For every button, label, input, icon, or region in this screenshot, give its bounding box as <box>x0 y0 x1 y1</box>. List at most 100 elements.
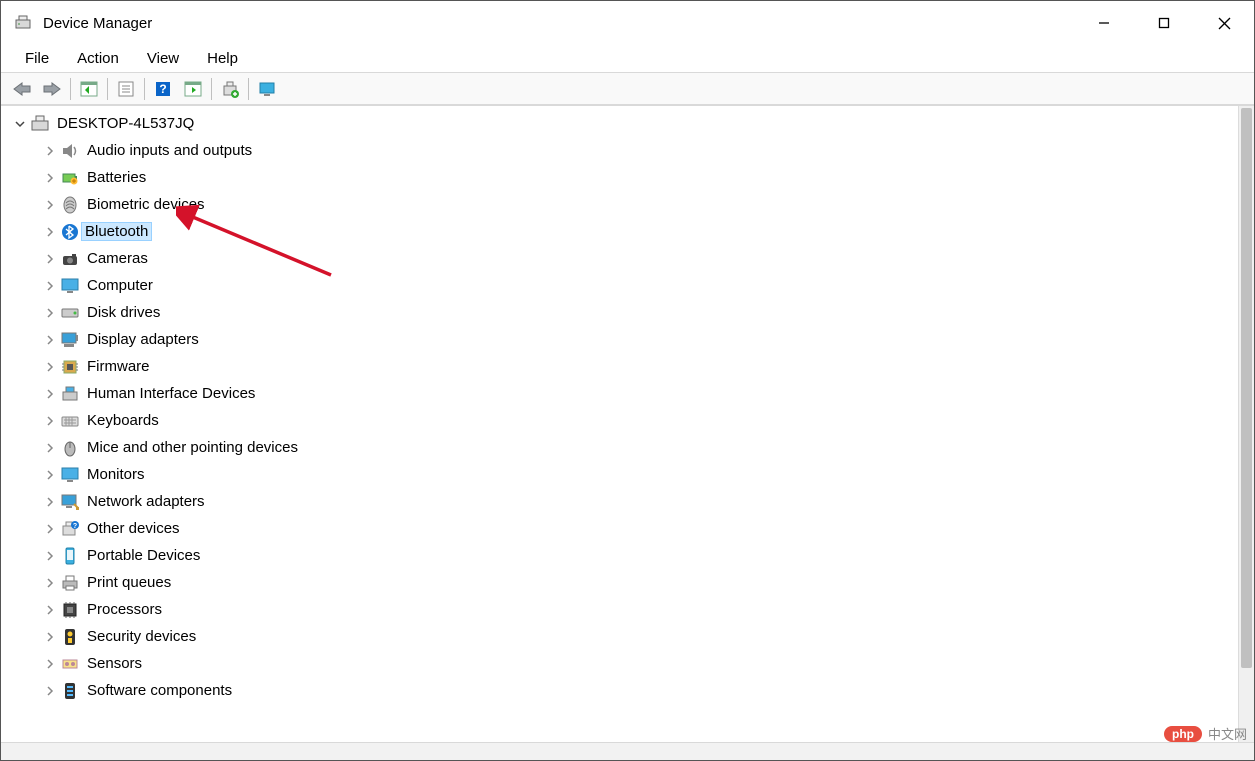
tree-item-label: Portable Devices <box>85 546 202 565</box>
toolbar-forward-button[interactable] <box>37 76 67 102</box>
sensor-icon <box>59 653 81 675</box>
chevron-right-icon[interactable] <box>41 415 59 427</box>
tree-item-label: Bluetooth <box>81 222 152 241</box>
tree-item-portable-devices[interactable]: Portable Devices <box>3 542 1236 569</box>
other-device-icon: ? <box>59 518 81 540</box>
tree-item-audio-inputs-and-outputs[interactable]: Audio inputs and outputs <box>3 137 1236 164</box>
statusbar <box>1 742 1254 760</box>
chevron-right-icon[interactable] <box>41 226 59 238</box>
menu-action[interactable]: Action <box>65 48 131 69</box>
chevron-right-icon[interactable] <box>41 280 59 292</box>
chevron-right-icon[interactable] <box>41 685 59 697</box>
chevron-right-icon[interactable] <box>41 658 59 670</box>
chevron-right-icon[interactable] <box>41 496 59 508</box>
chevron-right-icon[interactable] <box>41 604 59 616</box>
tree-item-label: Keyboards <box>85 411 161 430</box>
toolbar-separator <box>248 78 249 100</box>
security-icon <box>59 626 81 648</box>
toolbar-properties-button[interactable] <box>111 76 141 102</box>
close-button[interactable] <box>1194 1 1254 45</box>
tree-item-bluetooth[interactable]: Bluetooth <box>3 218 1236 245</box>
chevron-right-icon[interactable] <box>41 172 59 184</box>
chevron-right-icon[interactable] <box>41 388 59 400</box>
tree-item-label: Human Interface Devices <box>85 384 257 403</box>
tree-item-monitors[interactable]: Monitors <box>3 461 1236 488</box>
audio-icon <box>59 140 81 162</box>
toolbar-remote-button[interactable] <box>252 76 282 102</box>
chevron-right-icon[interactable] <box>41 469 59 481</box>
chevron-right-icon[interactable] <box>41 550 59 562</box>
toolbar-separator <box>70 78 71 100</box>
menu-file[interactable]: File <box>13 48 61 69</box>
svg-text:?: ? <box>73 523 77 530</box>
tree-item-label: Batteries <box>85 168 148 187</box>
tree-item-label: Software components <box>85 681 234 700</box>
toolbar-add-hardware-button[interactable] <box>215 76 245 102</box>
chevron-right-icon[interactable] <box>41 199 59 211</box>
toolbar-help-button[interactable]: ? <box>148 76 178 102</box>
minimize-button[interactable] <box>1074 1 1134 45</box>
menubar: File Action View Help <box>1 45 1254 73</box>
chevron-right-icon[interactable] <box>41 631 59 643</box>
tree-item-mice-and-other-pointing-devices[interactable]: Mice and other pointing devices <box>3 434 1236 461</box>
titlebar: Device Manager <box>1 1 1254 45</box>
tree-item-processors[interactable]: Processors <box>3 596 1236 623</box>
monitor-icon <box>59 464 81 486</box>
tree-root-label: DESKTOP-4L537JQ <box>55 114 196 133</box>
chevron-down-icon[interactable] <box>11 118 29 130</box>
tree-item-security-devices[interactable]: Security devices <box>3 623 1236 650</box>
chevron-right-icon[interactable] <box>41 307 59 319</box>
chevron-right-icon[interactable] <box>41 145 59 157</box>
window-controls <box>1074 1 1254 45</box>
tree-item-label: Cameras <box>85 249 150 268</box>
chevron-right-icon[interactable] <box>41 523 59 535</box>
bluetooth-icon <box>59 221 81 243</box>
chevron-right-icon[interactable] <box>41 361 59 373</box>
device-manager-window: Device Manager File Action View Help ? D… <box>0 0 1255 761</box>
watermark-text: 中文网 <box>1208 724 1247 743</box>
tree-item-sensors[interactable]: Sensors <box>3 650 1236 677</box>
disk-icon <box>59 302 81 324</box>
tree-item-firmware[interactable]: Firmware <box>3 353 1236 380</box>
app-icon <box>13 13 33 33</box>
menu-help[interactable]: Help <box>195 48 250 69</box>
monitor-icon <box>59 275 81 297</box>
svg-text:?: ? <box>159 82 166 96</box>
tree-item-human-interface-devices[interactable]: Human Interface Devices <box>3 380 1236 407</box>
chevron-right-icon[interactable] <box>41 334 59 346</box>
chevron-right-icon[interactable] <box>41 442 59 454</box>
vertical-scrollbar[interactable] <box>1238 106 1254 742</box>
tree-item-cameras[interactable]: Cameras <box>3 245 1236 272</box>
content-area: DESKTOP-4L537JQ Audio inputs and outputs… <box>1 105 1254 742</box>
maximize-button[interactable] <box>1134 1 1194 45</box>
tree-item-network-adapters[interactable]: Network adapters <box>3 488 1236 515</box>
tree-item-computer[interactable]: Computer <box>3 272 1236 299</box>
tree-item-keyboards[interactable]: Keyboards <box>3 407 1236 434</box>
device-tree[interactable]: DESKTOP-4L537JQ Audio inputs and outputs… <box>1 106 1238 742</box>
toolbar-show-pane-button[interactable] <box>74 76 104 102</box>
tree-item-label: Firmware <box>85 357 152 376</box>
chevron-right-icon[interactable] <box>41 577 59 589</box>
tree-item-software-components[interactable]: Software components <box>3 677 1236 704</box>
toolbar-back-button[interactable] <box>7 76 37 102</box>
chevron-right-icon[interactable] <box>41 253 59 265</box>
tree-item-label: Computer <box>85 276 155 295</box>
toolbar-scan-button[interactable] <box>178 76 208 102</box>
tree-item-biometric-devices[interactable]: Biometric devices <box>3 191 1236 218</box>
tree-item-batteries[interactable]: Batteries <box>3 164 1236 191</box>
tree-root[interactable]: DESKTOP-4L537JQ <box>3 110 1236 137</box>
tree-item-display-adapters[interactable]: Display adapters <box>3 326 1236 353</box>
toolbar-separator <box>144 78 145 100</box>
tree-item-disk-drives[interactable]: Disk drives <box>3 299 1236 326</box>
tree-item-other-devices[interactable]: ? Other devices <box>3 515 1236 542</box>
tree-item-label: Audio inputs and outputs <box>85 141 254 160</box>
tree-item-label: Processors <box>85 600 164 619</box>
scrollbar-thumb[interactable] <box>1241 108 1252 668</box>
watermark: php 中文网 <box>1164 724 1247 743</box>
tree-item-print-queues[interactable]: Print queues <box>3 569 1236 596</box>
tree-item-label: Display adapters <box>85 330 201 349</box>
tree-item-label: Biometric devices <box>85 195 207 214</box>
camera-icon <box>59 248 81 270</box>
menu-view[interactable]: View <box>135 48 191 69</box>
toolbar-separator <box>107 78 108 100</box>
